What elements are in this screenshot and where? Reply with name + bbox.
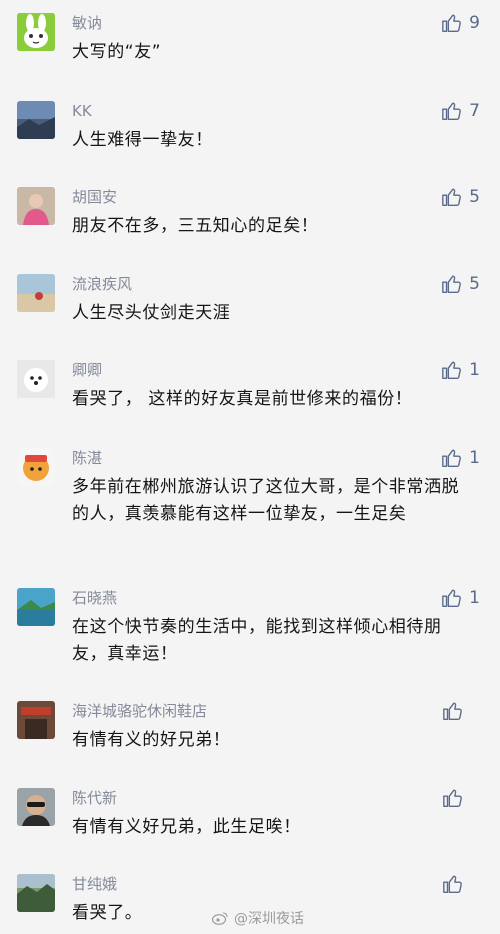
comment-author[interactable]: 陈代新: [72, 788, 117, 808]
comment-text: 看哭了， 这样的好友真是前世修来的福份！: [72, 389, 413, 409]
watermark: @深圳夜话: [212, 908, 304, 928]
like-button[interactable]: 5: [441, 185, 480, 209]
cartoon-avatar[interactable]: [17, 448, 55, 486]
thumbs-up-icon: [442, 361, 462, 379]
like-button[interactable]: 7: [441, 99, 480, 123]
like-button[interactable]: 9: [441, 11, 480, 35]
like-count: 1: [469, 588, 480, 608]
scenery-avatar[interactable]: [17, 874, 55, 912]
thumbs-up-icon: [442, 188, 462, 206]
thumbs-up-icon: [442, 102, 462, 120]
watermark-text: @深圳夜话: [234, 911, 304, 927]
like-button[interactable]: [442, 786, 480, 810]
shop-avatar[interactable]: [17, 701, 55, 739]
comment-author[interactable]: 卿卿: [72, 360, 102, 380]
like-button[interactable]: [442, 872, 480, 896]
comment-text: 朋友不在多，三五知心的足矣！: [72, 216, 319, 236]
rabbit-avatar[interactable]: [17, 13, 55, 51]
comment-author[interactable]: 敏讷: [72, 13, 102, 33]
like-count: 9: [469, 13, 480, 33]
comment-author[interactable]: 陈湛: [72, 448, 102, 468]
like-count: 7: [469, 101, 480, 121]
comment-text: 人生难得一挚友！: [72, 130, 213, 150]
like-button[interactable]: 5: [441, 272, 480, 296]
comment-author[interactable]: 流浪疾风: [72, 274, 132, 294]
comment-author[interactable]: 海洋城骆驼休闲鞋店: [72, 701, 207, 721]
comment-text: 有情有义好兄弟，此生足唉！: [72, 817, 301, 837]
thumbs-up-icon: [443, 789, 462, 807]
thumbs-up-icon: [442, 589, 462, 607]
like-count: 5: [469, 187, 480, 207]
beach-avatar[interactable]: [17, 274, 55, 312]
comment-author[interactable]: 胡国安: [72, 187, 117, 207]
man-sunglasses-avatar[interactable]: [17, 788, 55, 826]
comment-text: 人生尽头仗剑走天涯: [72, 303, 231, 323]
dog-avatar[interactable]: [17, 360, 55, 398]
like-count: 5: [469, 274, 480, 294]
like-button[interactable]: 1: [441, 586, 480, 610]
like-button[interactable]: 1: [441, 446, 480, 470]
landscape-avatar[interactable]: [17, 101, 55, 139]
like-button[interactable]: [442, 699, 480, 723]
comment-author[interactable]: 石晓燕: [72, 588, 117, 608]
like-count: 1: [469, 448, 480, 468]
thumbs-up-icon: [442, 449, 462, 467]
thumbs-up-icon: [443, 875, 462, 893]
thumbs-up-icon: [442, 14, 462, 32]
sea-avatar[interactable]: [17, 588, 55, 626]
comment-text: 多年前在郴州旅游认识了这位大哥，是个非常洒脱的人，真羡慕能有这样一位挚友，一生足…: [72, 477, 460, 524]
thumbs-up-icon: [442, 275, 462, 293]
comment-author[interactable]: KK: [72, 101, 92, 121]
comment-author[interactable]: 甘纯娥: [72, 874, 117, 894]
like-button[interactable]: 1: [441, 358, 480, 382]
comment-text: 有情有义的好兄弟！: [72, 730, 231, 750]
person-avatar[interactable]: [17, 187, 55, 225]
comment-text: 大写的“友”: [72, 42, 162, 62]
thumbs-up-icon: [443, 702, 462, 720]
comment-text: 在这个快节奏的生活中，能找到这样倾心相待朋友，真幸运！: [72, 617, 442, 664]
weibo-icon: [212, 912, 228, 925]
like-count: 1: [469, 360, 480, 380]
